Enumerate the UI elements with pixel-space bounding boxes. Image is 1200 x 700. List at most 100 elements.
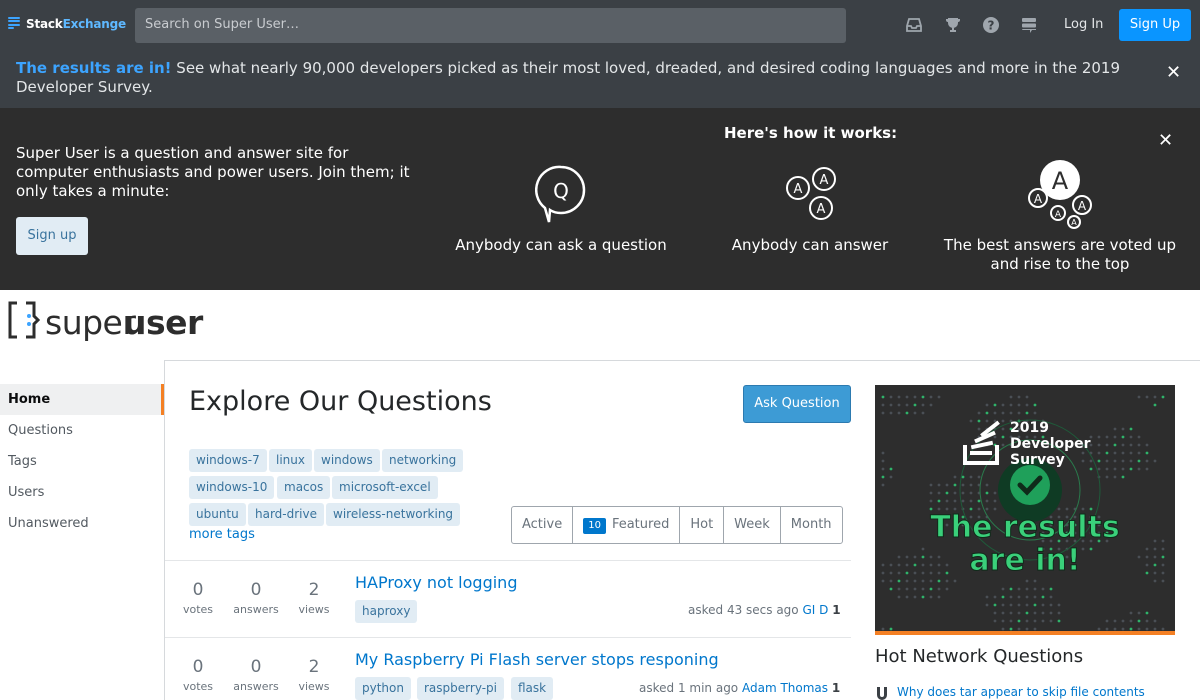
how-vote-caption: The best answers are voted up and rise t… — [943, 236, 1177, 273]
answer-count-label: answers — [233, 603, 279, 616]
vote-count-label: votes — [182, 603, 214, 616]
tag-link[interactable]: macos — [277, 476, 331, 499]
nav-item-tags[interactable]: Tags — [0, 446, 164, 477]
view-count-label: views — [298, 680, 330, 693]
nav-item-unanswered[interactable]: Unanswered — [0, 508, 164, 539]
tag-link[interactable]: flask — [511, 677, 554, 700]
inbox-icon[interactable] — [904, 15, 924, 35]
welcome-hero: Super User is a question and answer site… — [0, 108, 1200, 290]
tab-active[interactable]: Active — [512, 507, 574, 543]
site-favicon-icon — [877, 687, 887, 700]
banner-headline2: are in! — [969, 543, 1080, 578]
question-title-link[interactable]: My Raspberry Pi Flash server stops respo… — [355, 650, 719, 669]
user-reputation: 1 — [831, 681, 841, 695]
answer-count: 0 answers — [226, 657, 286, 693]
tag-link[interactable]: networking — [382, 449, 464, 472]
hot-question-link[interactable]: Why does tar appear to skip file content… — [897, 685, 1145, 699]
tab-hot[interactable]: Hot — [680, 507, 725, 543]
tag-link[interactable]: ubuntu — [189, 503, 246, 526]
featured-count-badge: 10 — [583, 518, 606, 534]
how-answer-caption: Anybody can answer — [731, 236, 889, 254]
nav-item-questions[interactable]: Questions — [0, 415, 164, 446]
tag-link[interactable]: haproxy — [355, 600, 418, 623]
brand-text-exchange: Exchange — [62, 17, 127, 31]
stackexchange-logo[interactable]: Stack Exchange — [8, 17, 126, 31]
survey-banner-art: 2019 Developer Survey The results are in… — [881, 395, 1165, 631]
view-count: 2 views — [284, 580, 344, 616]
tag-link[interactable]: hard-drive — [248, 503, 324, 526]
tag-link[interactable]: windows — [314, 449, 380, 472]
view-count-value: 2 — [308, 657, 320, 677]
tab-featured-label: Featured — [611, 517, 670, 532]
a-glyph: A — [1052, 167, 1069, 195]
login-link[interactable]: Log In — [1064, 17, 1103, 32]
trophy-icon[interactable] — [943, 15, 963, 35]
a-glyph: A — [1078, 199, 1087, 213]
answer-count: 0 answers — [226, 580, 286, 616]
question-title-link[interactable]: HAProxy not logging — [355, 573, 517, 592]
tag-link[interactable]: windows-10 — [189, 476, 275, 499]
banner-year: 2019 — [1010, 420, 1049, 436]
a-glyph: A — [820, 173, 829, 188]
question-meta: asked 43 secs ago GI D 1 — [688, 603, 841, 617]
developer-survey-banner[interactable]: 2019 Developer Survey The results are in… — [875, 385, 1175, 635]
a-glyph: A — [1071, 218, 1077, 227]
site-switcher-icon[interactable] — [1019, 15, 1039, 35]
asked-time[interactable]: asked 43 secs ago — [688, 603, 799, 617]
user-link[interactable]: Adam Thomas — [742, 681, 828, 695]
logo-text-super: super — [45, 303, 136, 342]
tag-link[interactable]: microsoft-excel — [332, 476, 438, 499]
tab-week[interactable]: Week — [724, 507, 781, 543]
left-navigation: Home Questions Tags Users Unanswered — [0, 384, 164, 539]
how-it-works-title: Here's how it works: — [724, 124, 898, 142]
nav-item-home[interactable]: Home — [0, 384, 164, 415]
nav-item-users[interactable]: Users — [0, 477, 164, 508]
answer-count-value: 0 — [250, 657, 262, 677]
asked-time[interactable]: asked 1 min ago — [639, 681, 738, 695]
hero-signup-button[interactable]: Sign up — [16, 217, 88, 255]
stackexchange-icon — [8, 17, 20, 29]
close-icon[interactable]: ✕ — [1166, 62, 1181, 83]
voted-answers-icon: A A A A A — [1028, 160, 1092, 229]
tag-link[interactable]: python — [355, 677, 411, 700]
how-ask-caption: Anybody can ask a question — [455, 236, 667, 254]
logo-text-user: user — [123, 303, 203, 342]
more-tags-link[interactable]: more tags — [189, 527, 255, 542]
help-icon[interactable]: ? — [981, 15, 1001, 35]
divider — [165, 637, 851, 638]
svg-text:?: ? — [988, 19, 995, 33]
answers-bubbles-icon: A A A — [786, 167, 836, 220]
user-link[interactable]: GI D — [802, 603, 828, 617]
question-bubble-icon: Q — [535, 165, 586, 223]
answer-count-value: 0 — [250, 580, 262, 600]
brand-text-stack: Stack — [26, 17, 63, 31]
survey-notice: The results are in! See what nearly 90,0… — [0, 50, 1200, 108]
tag-link[interactable]: windows-7 — [189, 449, 267, 472]
a-glyph: A — [1055, 210, 1062, 220]
tag-link[interactable]: linux — [269, 449, 312, 472]
survey-text: See what nearly 90,000 developers picked… — [16, 59, 1120, 96]
tag-link[interactable]: wireless-networking — [326, 503, 461, 526]
q-glyph: Q — [553, 179, 569, 203]
vote-count-label: votes — [182, 680, 214, 693]
vote-count: 0 votes — [168, 580, 228, 616]
divider — [165, 560, 851, 561]
a-glyph: A — [817, 202, 826, 217]
survey-highlight[interactable]: The results are in! — [16, 59, 172, 77]
view-count-label: views — [298, 603, 330, 616]
vote-count: 0 votes — [168, 657, 228, 693]
tag-link[interactable]: raspberry-pi — [417, 677, 504, 700]
vote-count-value: 0 — [192, 657, 204, 677]
tab-month[interactable]: Month — [781, 507, 842, 543]
view-count-value: 2 — [308, 580, 320, 600]
tab-featured[interactable]: 10 Featured — [573, 507, 681, 543]
vote-count-value: 0 — [192, 580, 204, 600]
ask-question-button[interactable]: Ask Question — [743, 385, 851, 423]
a-glyph: A — [794, 182, 803, 197]
search-input[interactable]: Search on Super User… — [135, 8, 846, 43]
stack-logo-icon — [963, 420, 1000, 465]
superuser-logo[interactable]: super user — [8, 301, 218, 353]
signup-button[interactable]: Sign Up — [1119, 9, 1191, 41]
top-bar: Stack Exchange Search on Super User… ? Lo… — [0, 0, 1200, 50]
close-icon[interactable]: ✕ — [1158, 130, 1173, 151]
